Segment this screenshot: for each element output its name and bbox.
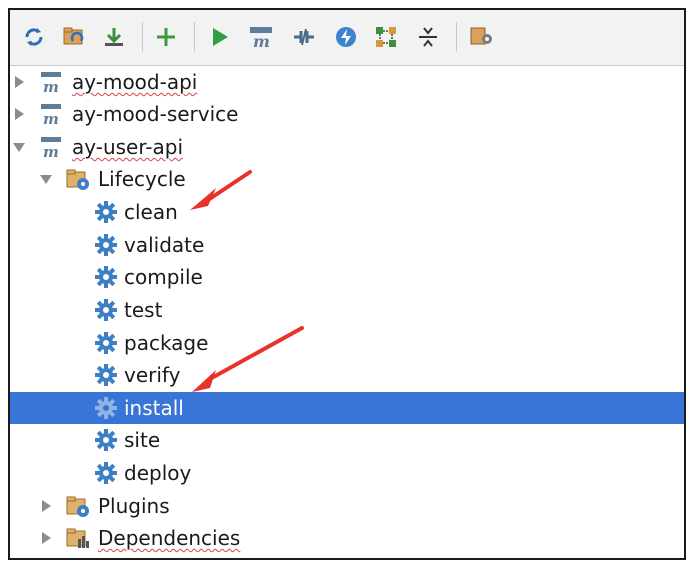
- maven-projects-panel: m m ay-mood-api m ay-mood-service m ay-u…: [8, 8, 686, 560]
- annotation-arrow-install: [192, 326, 304, 392]
- annotation-arrows: [190, 170, 304, 392]
- annotation-arrow-clean: [190, 170, 252, 210]
